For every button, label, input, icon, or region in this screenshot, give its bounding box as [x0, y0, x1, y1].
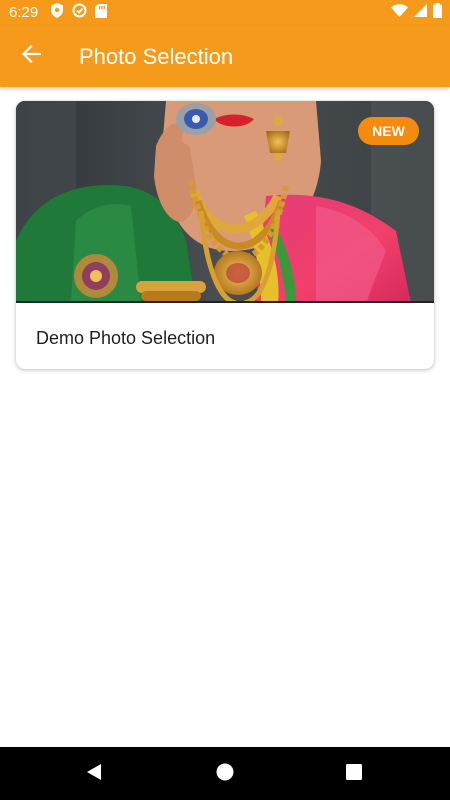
- nav-back-button[interactable]: [81, 761, 107, 787]
- status-time: 6:29: [9, 4, 39, 21]
- app-bar: Photo Selection: [0, 26, 450, 87]
- nav-recents-button[interactable]: [341, 761, 367, 787]
- new-badge: NEW: [358, 117, 419, 145]
- data-saver-icon: [72, 3, 87, 23]
- screen: 6:29 Photo Selection NEW Demo Photo Sele…: [0, 0, 450, 800]
- card-image: NEW: [16, 101, 434, 303]
- sd-card-icon: [95, 3, 107, 23]
- nav-home-button[interactable]: [212, 761, 238, 787]
- system-nav-bar: [0, 747, 450, 800]
- shield-icon: [50, 3, 64, 23]
- photo-selection-card[interactable]: NEW Demo Photo Selection: [16, 101, 434, 369]
- back-button[interactable]: [13, 38, 49, 74]
- wifi-icon: [391, 4, 408, 22]
- card-title: Demo Photo Selection: [36, 328, 216, 348]
- status-icons-left: [50, 3, 107, 23]
- triangle-back-icon: [85, 763, 103, 786]
- cell-signal-icon: [414, 4, 427, 22]
- page-title: Photo Selection: [79, 44, 234, 69]
- status-bar: 6:29: [0, 0, 450, 26]
- circle-home-icon: [216, 763, 234, 786]
- status-icons-right: [391, 3, 442, 23]
- battery-icon: [433, 3, 442, 23]
- arrow-left-icon: [21, 44, 42, 68]
- square-recents-icon: [346, 763, 362, 785]
